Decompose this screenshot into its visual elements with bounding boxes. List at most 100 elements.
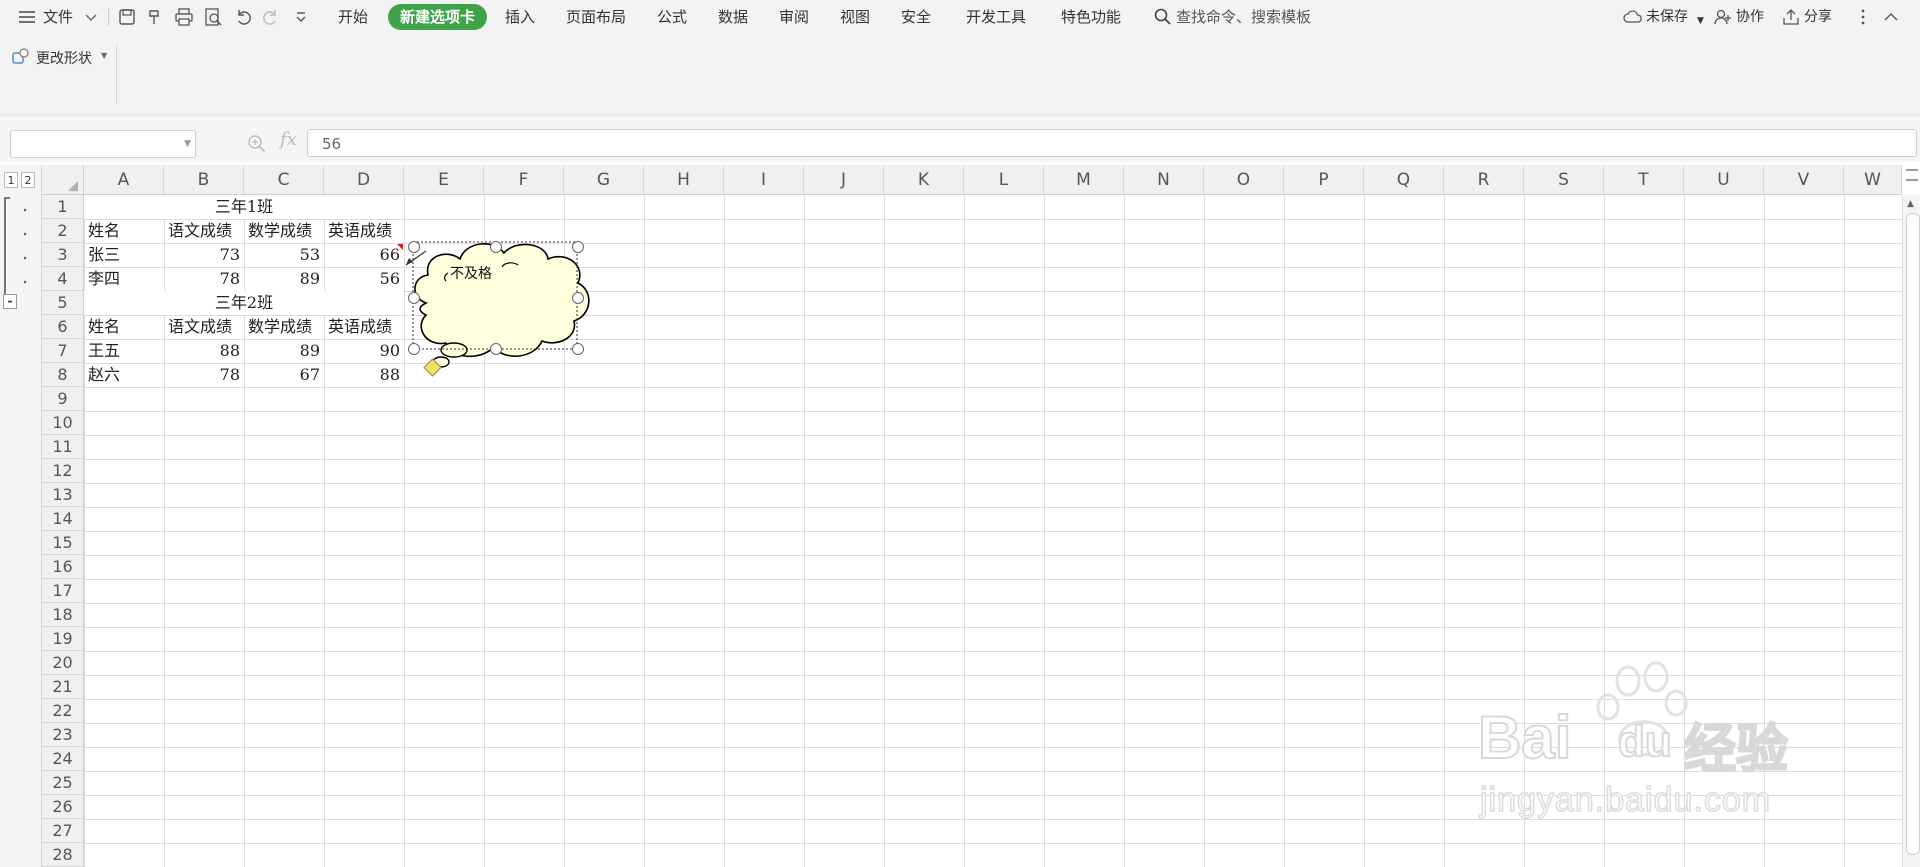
tab-view[interactable]: 视图 xyxy=(840,8,870,26)
row-header-16[interactable]: 16 xyxy=(42,555,84,579)
cell-c2[interactable]: 数学成绩 xyxy=(248,219,312,243)
cell-b3[interactable]: 73 xyxy=(164,243,240,267)
cell-b6[interactable]: 语文成绩 xyxy=(168,315,232,339)
column-header-v[interactable]: V xyxy=(1764,165,1844,195)
column-header-a[interactable]: A xyxy=(84,165,164,195)
cell-a6[interactable]: 姓名 xyxy=(88,315,120,339)
tab-new-tab[interactable]: 新建选项卡 xyxy=(388,4,487,30)
vertical-scrollbar[interactable]: ▲ xyxy=(1902,169,1920,867)
row-header-28[interactable]: 28 xyxy=(42,843,84,867)
row-header-18[interactable]: 18 xyxy=(42,603,84,627)
row-header-9[interactable]: 9 xyxy=(42,387,84,411)
row-header-10[interactable]: 10 xyxy=(42,411,84,435)
row-header-8[interactable]: 8 xyxy=(42,363,84,387)
resize-handle-e[interactable] xyxy=(572,292,584,304)
cell-d7[interactable]: 90 xyxy=(324,339,400,363)
row-header-25[interactable]: 25 xyxy=(42,771,84,795)
column-header-h[interactable]: H xyxy=(644,165,724,195)
cell-merged-title-class1[interactable]: 三年1班 xyxy=(84,195,404,219)
cloud-callout-shape[interactable]: 不及格 xyxy=(408,237,598,382)
column-header-m[interactable]: M xyxy=(1044,165,1124,195)
row-header-13[interactable]: 13 xyxy=(42,483,84,507)
tab-insert[interactable]: 插入 xyxy=(505,8,535,26)
outline-level-1-button[interactable]: 1 xyxy=(4,172,18,188)
print-icon[interactable] xyxy=(173,6,195,28)
collaborate-button[interactable]: 协作 xyxy=(1736,8,1764,26)
cell-d4[interactable]: 56 xyxy=(324,267,400,291)
collapse-ribbon-icon[interactable] xyxy=(1880,6,1902,28)
column-header-p[interactable]: P xyxy=(1284,165,1364,195)
tab-start[interactable]: 开始 xyxy=(338,8,368,26)
tab-review[interactable]: 审阅 xyxy=(779,8,809,26)
tab-page-layout[interactable]: 页面布局 xyxy=(566,8,626,26)
search-commands-input[interactable]: 查找命令、搜索模板 xyxy=(1176,8,1311,26)
split-handle[interactable] xyxy=(1906,169,1918,181)
column-header-g[interactable]: G xyxy=(564,165,644,195)
row-header-11[interactable]: 11 xyxy=(42,435,84,459)
column-header-r[interactable]: R xyxy=(1444,165,1524,195)
row-header-15[interactable]: 15 xyxy=(42,531,84,555)
column-header-d[interactable]: D xyxy=(324,165,404,195)
row-header-22[interactable]: 22 xyxy=(42,699,84,723)
resize-handle-w[interactable] xyxy=(408,292,420,304)
column-header-f[interactable]: F xyxy=(484,165,564,195)
cell-d2[interactable]: 英语成绩 xyxy=(328,219,392,243)
column-header-k[interactable]: K xyxy=(884,165,964,195)
column-header-t[interactable]: T xyxy=(1604,165,1684,195)
cell-a2[interactable]: 姓名 xyxy=(88,219,120,243)
column-header-u[interactable]: U xyxy=(1684,165,1764,195)
change-shape-icon[interactable] xyxy=(12,48,30,64)
tab-developer[interactable]: 开发工具 xyxy=(966,8,1026,26)
column-header-o[interactable]: O xyxy=(1204,165,1284,195)
row-header-6[interactable]: 6 xyxy=(42,315,84,339)
resize-handle-sw[interactable] xyxy=(408,343,420,355)
more-options-icon[interactable] xyxy=(1852,6,1874,28)
column-header-e[interactable]: E xyxy=(404,165,484,195)
column-header-w[interactable]: W xyxy=(1844,165,1902,195)
name-box[interactable]: ▼ xyxy=(10,130,196,158)
row-header-14[interactable]: 14 xyxy=(42,507,84,531)
outline-collapse-button[interactable]: - xyxy=(3,294,17,309)
column-header-c[interactable]: C xyxy=(244,165,324,195)
callout-text[interactable]: 不及格 xyxy=(450,263,492,283)
share-icon[interactable] xyxy=(1780,6,1802,28)
cell-a4[interactable]: 李四 xyxy=(88,267,120,291)
row-header-17[interactable]: 17 xyxy=(42,579,84,603)
row-header-20[interactable]: 20 xyxy=(42,651,84,675)
cell-d8[interactable]: 88 xyxy=(324,363,400,387)
cell-a3[interactable]: 张三 xyxy=(88,243,120,267)
tab-special-features[interactable]: 特色功能 xyxy=(1061,8,1121,26)
save-icon[interactable] xyxy=(116,6,138,28)
hamburger-menu-icon[interactable] xyxy=(16,6,38,28)
row-header-12[interactable]: 12 xyxy=(42,459,84,483)
cell-d6[interactable]: 英语成绩 xyxy=(328,315,392,339)
change-shape-dropdown-caret[interactable]: ▼ xyxy=(101,51,107,60)
share-button[interactable]: 分享 xyxy=(1804,8,1832,26)
tab-security[interactable]: 安全 xyxy=(901,8,931,26)
resize-handle-ne[interactable] xyxy=(572,241,584,253)
resize-handle-n[interactable] xyxy=(490,241,502,253)
row-header-19[interactable]: 19 xyxy=(42,627,84,651)
cloud-icon[interactable] xyxy=(1622,6,1644,28)
select-all-corner[interactable] xyxy=(42,165,84,195)
cell-d3[interactable]: 66 xyxy=(324,243,400,267)
formula-input[interactable]: 56 xyxy=(307,129,1917,157)
cell-a8[interactable]: 赵六 xyxy=(88,363,120,387)
undo-icon[interactable] xyxy=(232,6,254,28)
zoom-formula-icon[interactable] xyxy=(246,133,268,155)
row-header-24[interactable]: 24 xyxy=(42,747,84,771)
row-header-1[interactable]: 1 xyxy=(42,195,84,219)
column-header-j[interactable]: J xyxy=(804,165,884,195)
column-header-s[interactable]: S xyxy=(1524,165,1604,195)
column-header-l[interactable]: L xyxy=(964,165,1044,195)
cell-a7[interactable]: 王五 xyxy=(88,339,120,363)
row-header-21[interactable]: 21 xyxy=(42,675,84,699)
cell-c7[interactable]: 89 xyxy=(244,339,320,363)
format-painter-icon[interactable] xyxy=(144,6,166,28)
cell-b8[interactable]: 78 xyxy=(164,363,240,387)
cell-c8[interactable]: 67 xyxy=(244,363,320,387)
cell-b4[interactable]: 78 xyxy=(164,267,240,291)
file-menu-label[interactable]: 文件 xyxy=(43,8,73,26)
column-header-i[interactable]: I xyxy=(724,165,804,195)
column-header-n[interactable]: N xyxy=(1124,165,1204,195)
